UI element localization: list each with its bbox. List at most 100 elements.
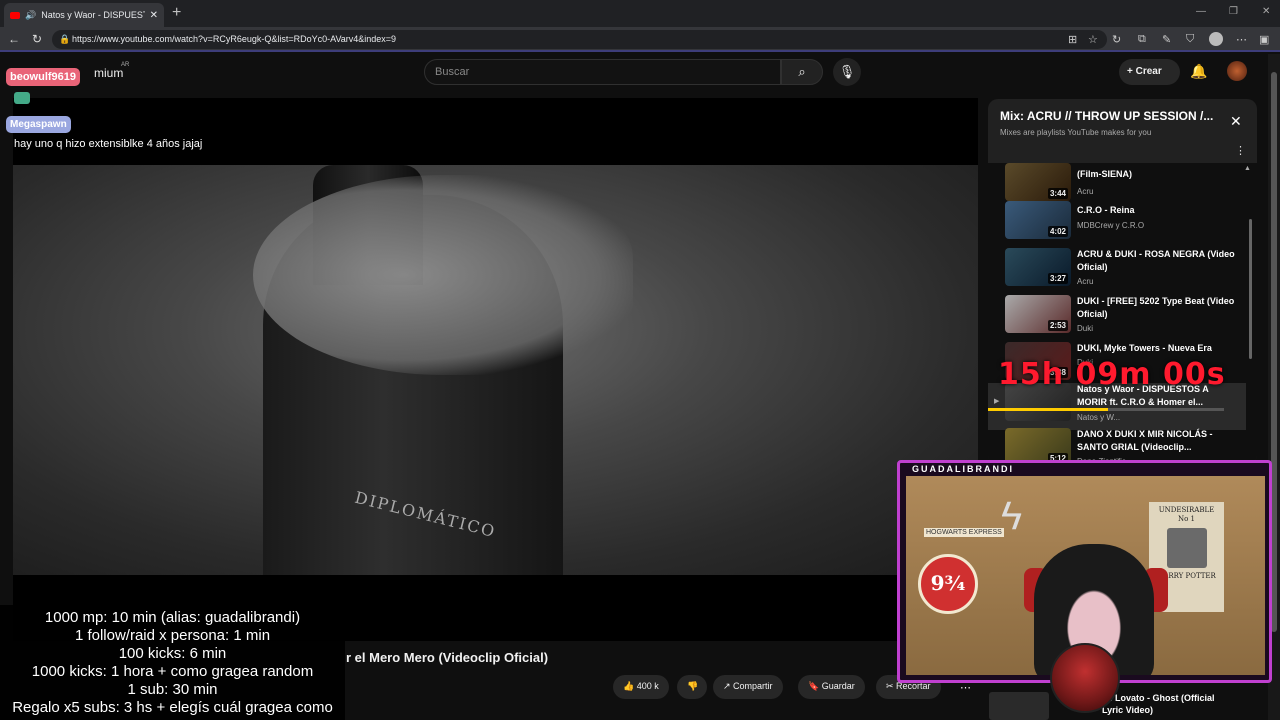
search-input[interactable]: Buscar <box>424 59 781 85</box>
item-title[interactable]: ACRU & DUKI - ROSA NEGRA (Video Oficial) <box>1077 248 1237 274</box>
duration: 2:53 <box>1047 320 1068 331</box>
close-icon[interactable]: ✕ <box>1230 113 1242 130</box>
dislike-button[interactable]: 👎 <box>677 675 707 699</box>
save-button[interactable]: 🔖 Guardar <box>798 675 865 699</box>
platform-sign: 9¾ <box>918 554 978 614</box>
video-thumbnail[interactable]: 2:53 <box>1005 295 1071 333</box>
duration: 3:27 <box>1047 273 1068 284</box>
dislike-icon: 👎 <box>687 681 699 691</box>
mix-title[interactable]: Mix: ACRU // THROW UP SESSION /... <box>1000 109 1225 123</box>
video-thumbnail[interactable]: 3:27 <box>1005 248 1071 286</box>
menu-icon[interactable]: ⋯ <box>1236 33 1247 46</box>
item-title[interactable]: DUKI, Myke Towers - Nueva Era <box>1077 342 1237 355</box>
scroll-up-icon[interactable]: ▲ <box>1244 165 1251 172</box>
list-item[interactable]: 3:27 ACRU & DUKI - ROSA NEGRA (Video Ofi… <box>988 248 1246 295</box>
progress-bar[interactable] <box>988 408 1108 411</box>
rule-line: 1000 kicks: 1 hora + como gragea random <box>31 663 314 680</box>
share-label: Compartir <box>733 681 773 691</box>
duration: 4:02 <box>1047 226 1068 237</box>
stream-rules-overlay: 1000 mp: 10 min (alias: guadalibrandi) 1… <box>0 605 345 720</box>
item-channel: Natos y W... <box>1077 413 1121 422</box>
tab-active[interactable]: 🔊 Natos y Waor - DISPUESTOS ✕ <box>4 3 164 27</box>
rule-line: 1 sub: 30 min <box>127 681 218 698</box>
url-field[interactable]: 🔒 https://www.youtube.com/watch?v=RCyR6e… <box>52 30 1107 49</box>
rule-line: 1000 mp: 10 min (alias: guadalibrandi) <box>44 609 301 626</box>
video-thumbnail[interactable]: 4:02 <box>1005 201 1071 239</box>
share-button[interactable]: ↗ Compartir <box>713 675 783 699</box>
now-playing-icon: ▶ <box>994 398 1000 405</box>
youtube-favicon-icon <box>10 11 20 19</box>
new-tab-button[interactable]: + <box>172 4 181 22</box>
next-video-title[interactable]: mi Lovato - Ghost (Official Lyric Video) <box>1102 692 1232 716</box>
youtube-logo-text[interactable]: mium <box>94 66 123 80</box>
chat-username-1: beowulf9619 <box>6 68 81 86</box>
lightning-bolt-icon: ϟ <box>1001 494 1023 538</box>
chat-message: hay uno q hizo extensiblke 4 años jajaj <box>14 138 203 150</box>
sidebar-icon[interactable]: ▣ <box>1259 33 1269 46</box>
duration: 3:44 <box>1047 188 1068 199</box>
player-letterbox-top <box>13 98 978 165</box>
next-video-thumbnail[interactable] <box>989 692 1049 720</box>
mix-scrollbar[interactable] <box>1249 219 1252 359</box>
video-thumbnail[interactable]: 3:44 <box>1005 163 1071 201</box>
item-title[interactable]: (Film-SIENA) <box>1077 168 1237 181</box>
poster-number: No 1 <box>1177 515 1196 523</box>
item-channel: Acru <box>1077 187 1094 196</box>
app-icon[interactable]: ⊞ <box>1068 33 1077 46</box>
item-channel: MDBCrew y C.R.O <box>1077 221 1145 230</box>
create-label: Crear <box>1135 66 1162 77</box>
user-avatar[interactable] <box>1227 61 1247 81</box>
subathon-timer: 15h 09m 00s <box>998 357 1226 392</box>
refresh-ext-icon[interactable]: ↻ <box>1112 33 1121 46</box>
reload-icon[interactable]: ↻ <box>32 32 42 46</box>
poster-heading: UNDESIRABLE <box>1158 506 1215 514</box>
item-title[interactable]: C.R.O - Reina <box>1077 204 1237 217</box>
item-title[interactable]: DUKI - [FREE] 5202 Type Beat (Video Ofic… <box>1077 295 1237 321</box>
like-button[interactable]: 👍 400 k <box>613 675 669 699</box>
mix-list: 3:44 (Film-SIENA) Acru 4:02 C.R.O - Rein… <box>988 163 1257 465</box>
address-bar-row: ← ↻ 🔒 https://www.youtube.com/watch?v=RC… <box>0 27 1280 52</box>
maximize-button[interactable]: ❐ <box>1229 6 1238 17</box>
voice-search-button[interactable]: 🎙 <box>833 58 861 86</box>
tab-title: Natos y Waor - DISPUESTOS <box>41 10 144 20</box>
shield-icon[interactable]: ⛉ <box>1186 33 1194 46</box>
rule-line: Regalo x5 subs: 3 hs + elegís cuál grage… <box>12 699 333 716</box>
streamer-name: GUADALIBRANDI <box>912 464 1014 474</box>
rule-line: 1 follow/raid x persona: 1 min <box>74 627 271 644</box>
poster-face <box>1166 528 1207 568</box>
minimize-button[interactable]: — <box>1196 6 1206 17</box>
lock-icon: 🔒 <box>59 34 71 44</box>
chat-username-2: Megaspawn <box>6 116 71 133</box>
star-icon[interactable]: ☆ <box>1088 33 1098 46</box>
list-item[interactable]: 2:53 DUKI - [FREE] 5202 Type Beat (Video… <box>988 295 1246 342</box>
back-icon[interactable]: ← <box>8 32 20 46</box>
youtube-logo-country: AR <box>121 62 130 68</box>
microphone-icon: 🎙 <box>838 64 856 79</box>
window-close-button[interactable]: ✕ <box>1262 6 1270 17</box>
mix-subtitle: Mixes are playlists YouTube makes for yo… <box>1000 128 1152 137</box>
puzzle-icon[interactable]: ⧉ <box>1138 33 1146 46</box>
item-channel: Acru <box>1077 277 1094 286</box>
search-button[interactable]: ⌕ <box>781 59 823 85</box>
rule-line: 100 kicks: 6 min <box>118 645 227 662</box>
search-icon: ⌕ <box>798 64 806 79</box>
save-label: Guardar <box>821 681 855 691</box>
item-title[interactable]: DANO X DUKI X MIR NICOLÁS - SANTO GRIAL … <box>1077 428 1237 454</box>
streamer-avatar <box>1050 643 1120 713</box>
create-button[interactable]: + Crear <box>1119 59 1180 85</box>
video-player[interactable]: DIPLOMÁTICO <box>13 165 978 575</box>
like-count: 400 k <box>636 681 659 691</box>
more-vert-icon[interactable]: ⋮ <box>1235 144 1246 157</box>
progress-bar-track[interactable] <box>1108 408 1224 411</box>
chat-emote-icon <box>14 92 30 104</box>
hand-image <box>253 175 633 375</box>
browser-profile-avatar[interactable] <box>1209 32 1223 46</box>
speaker-icon[interactable]: 🔊 <box>25 10 36 21</box>
edit-icon[interactable]: ✎ <box>1162 33 1171 46</box>
video-title: r el Mero Mero (Videoclip Oficial) <box>346 650 549 665</box>
notifications-bell-icon[interactable]: 🔔 <box>1190 63 1207 80</box>
list-item[interactable]: 4:02 C.R.O - Reina MDBCrew y C.R.O <box>988 201 1246 248</box>
hogwarts-express-sign: HOGWARTS EXPRESS <box>924 528 1004 537</box>
tab-close-icon[interactable]: ✕ <box>150 10 158 21</box>
url-text: https://www.youtube.com/watch?v=RCyR6eug… <box>72 34 397 44</box>
